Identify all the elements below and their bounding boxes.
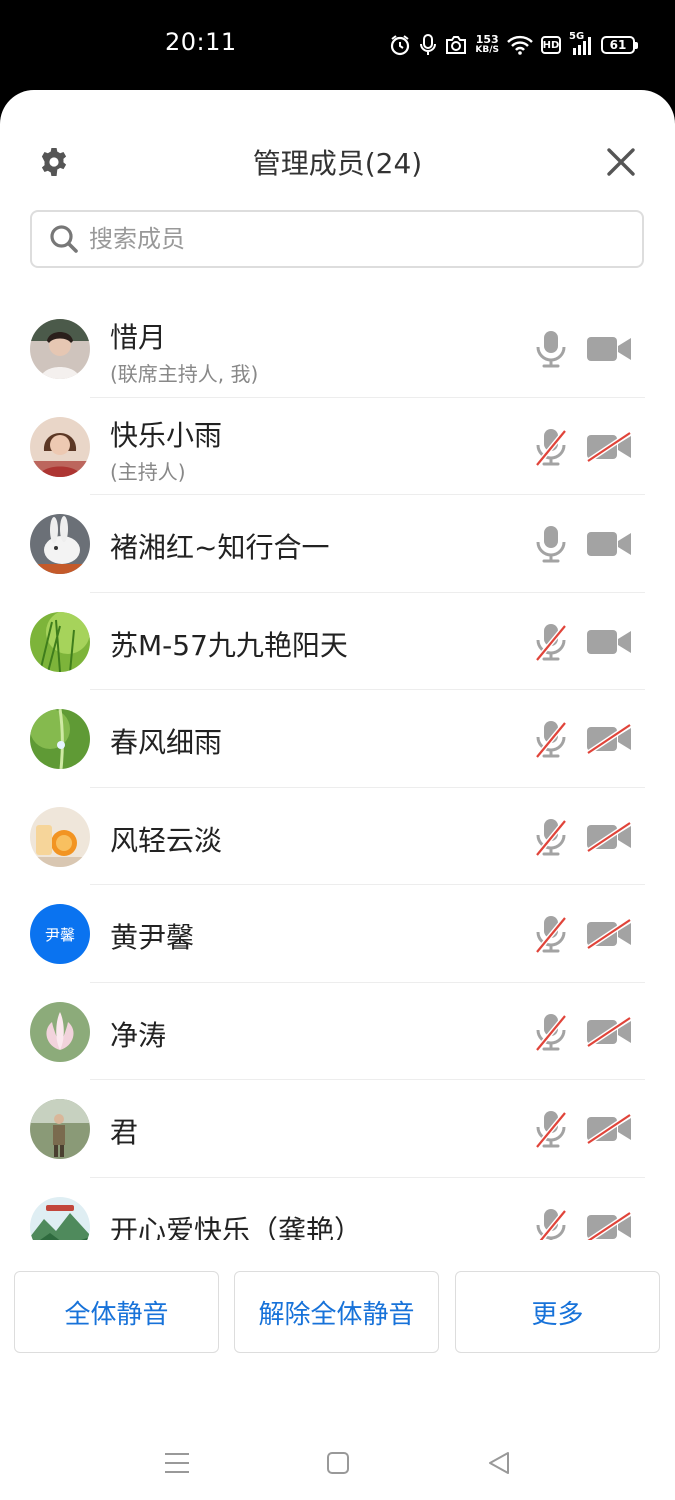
member-name: 苏M-57九九艳阳天	[110, 628, 348, 662]
member-name: 开心爱快乐（龚艳）	[110, 1213, 363, 1241]
more-button[interactable]: 更多	[455, 1271, 660, 1353]
status-icons: 153 KB/S HD 5G 61	[389, 30, 638, 60]
microphone-muted-icon[interactable]	[535, 1208, 567, 1240]
member-role: (联席主持人, 我)	[110, 362, 259, 386]
recent-apps-icon[interactable]	[165, 1452, 189, 1474]
video-camera-icon[interactable]	[586, 529, 632, 559]
microphone-muted-icon[interactable]	[535, 818, 567, 857]
video-camera-off-icon[interactable]	[586, 1210, 632, 1240]
video-camera-icon[interactable]	[586, 334, 632, 364]
sheet-header: 管理成员(24)	[0, 90, 675, 230]
avatar	[30, 611, 90, 672]
microphone-status-icon	[420, 34, 437, 55]
member-name: 君	[110, 1116, 139, 1149]
member-row[interactable]: 快乐小雨 (主持人)	[0, 398, 675, 495]
microphone-muted-icon[interactable]	[535, 1110, 567, 1149]
hd-badge: HD	[541, 36, 561, 54]
net-speed: 153 KB/S	[475, 33, 499, 55]
camera-status-icon	[446, 36, 467, 54]
member-name: 褚湘红~知行合一	[110, 531, 330, 564]
member-row[interactable]: 春风细雨	[0, 690, 675, 788]
member-role: (主持人)	[110, 459, 186, 484]
microphone-muted-icon[interactable]	[535, 623, 567, 662]
search-box[interactable]	[30, 210, 644, 268]
avatar	[30, 709, 90, 769]
unmute-all-button[interactable]: 解除全体静音	[234, 1271, 439, 1353]
member-row[interactable]: 褚湘红~知行合一	[0, 495, 675, 593]
member-row[interactable]: 惜月 (联席主持人, 我)	[0, 300, 675, 398]
video-camera-off-icon[interactable]	[586, 1015, 632, 1048]
signal-icon: 5G	[569, 31, 593, 56]
member-name: 春风细雨	[110, 726, 223, 759]
video-camera-off-icon[interactable]	[586, 1112, 632, 1146]
avatar-text: 尹馨	[44, 925, 75, 944]
member-list[interactable]: 惜月 (联席主持人, 我) 快乐小雨 (主持人) 褚湘红~知行合一 苏M-57九九艳阳天春…	[0, 300, 675, 1240]
microphone-muted-icon[interactable]	[535, 720, 567, 759]
avatar	[30, 806, 90, 867]
back-icon[interactable]	[488, 1452, 510, 1474]
member-name: 惜月	[110, 321, 167, 354]
home-icon[interactable]	[327, 1452, 349, 1474]
avatar	[30, 1001, 90, 1062]
wifi-icon	[507, 35, 533, 55]
video-camera-icon[interactable]	[586, 627, 632, 657]
action-buttons: 全体静音 解除全体静音 更多	[14, 1271, 661, 1355]
member-row[interactable]: 苏M-57九九艳阳天	[0, 593, 675, 690]
member-row[interactable]: 君	[0, 1080, 675, 1178]
search-icon	[50, 225, 78, 253]
avatar	[30, 1099, 90, 1159]
microphone-muted-icon[interactable]	[535, 1013, 567, 1052]
page-title: 管理成员(24)	[252, 147, 423, 180]
member-row[interactable]: 净涛	[0, 983, 675, 1080]
avatar	[30, 514, 90, 574]
avatar	[30, 1196, 90, 1240]
microphone-icon[interactable]	[535, 525, 567, 563]
status-time: 20:11	[165, 28, 237, 56]
video-camera-off-icon[interactable]	[586, 430, 632, 463]
microphone-muted-icon[interactable]	[535, 428, 567, 467]
video-camera-off-icon[interactable]	[586, 917, 632, 951]
system-nav-bar	[0, 1410, 675, 1500]
microphone-icon[interactable]	[535, 330, 567, 368]
microphone-muted-icon[interactable]	[535, 915, 567, 954]
battery-indicator: 61	[601, 36, 638, 54]
avatar	[30, 319, 90, 379]
alarm-icon	[391, 35, 410, 56]
member-row[interactable]: 风轻云淡	[0, 788, 675, 885]
close-icon[interactable]	[604, 145, 638, 179]
member-name: 风轻云淡	[110, 823, 223, 857]
member-name: 黄尹馨	[110, 921, 195, 954]
search-input[interactable]	[87, 224, 591, 254]
member-row[interactable]: 尹馨 黄尹馨	[0, 885, 675, 983]
manage-members-sheet: 管理成员(24) 惜月 (联席主持人, 我) 快乐小雨 (主持人) 褚湘红~知行合一苏M…	[0, 90, 675, 1500]
member-name: 快乐小雨	[110, 418, 223, 452]
avatar	[30, 416, 90, 477]
video-camera-off-icon[interactable]	[586, 722, 632, 756]
member-row[interactable]: 开心爱快乐（龚艳）	[0, 1178, 675, 1241]
status-bar: 20:11 153 KB/S HD 5G 61	[0, 0, 675, 90]
avatar: 尹馨	[30, 904, 90, 964]
video-camera-off-icon[interactable]	[586, 820, 632, 853]
member-name: 净涛	[110, 1018, 167, 1052]
mute-all-button[interactable]: 全体静音	[14, 1271, 219, 1353]
